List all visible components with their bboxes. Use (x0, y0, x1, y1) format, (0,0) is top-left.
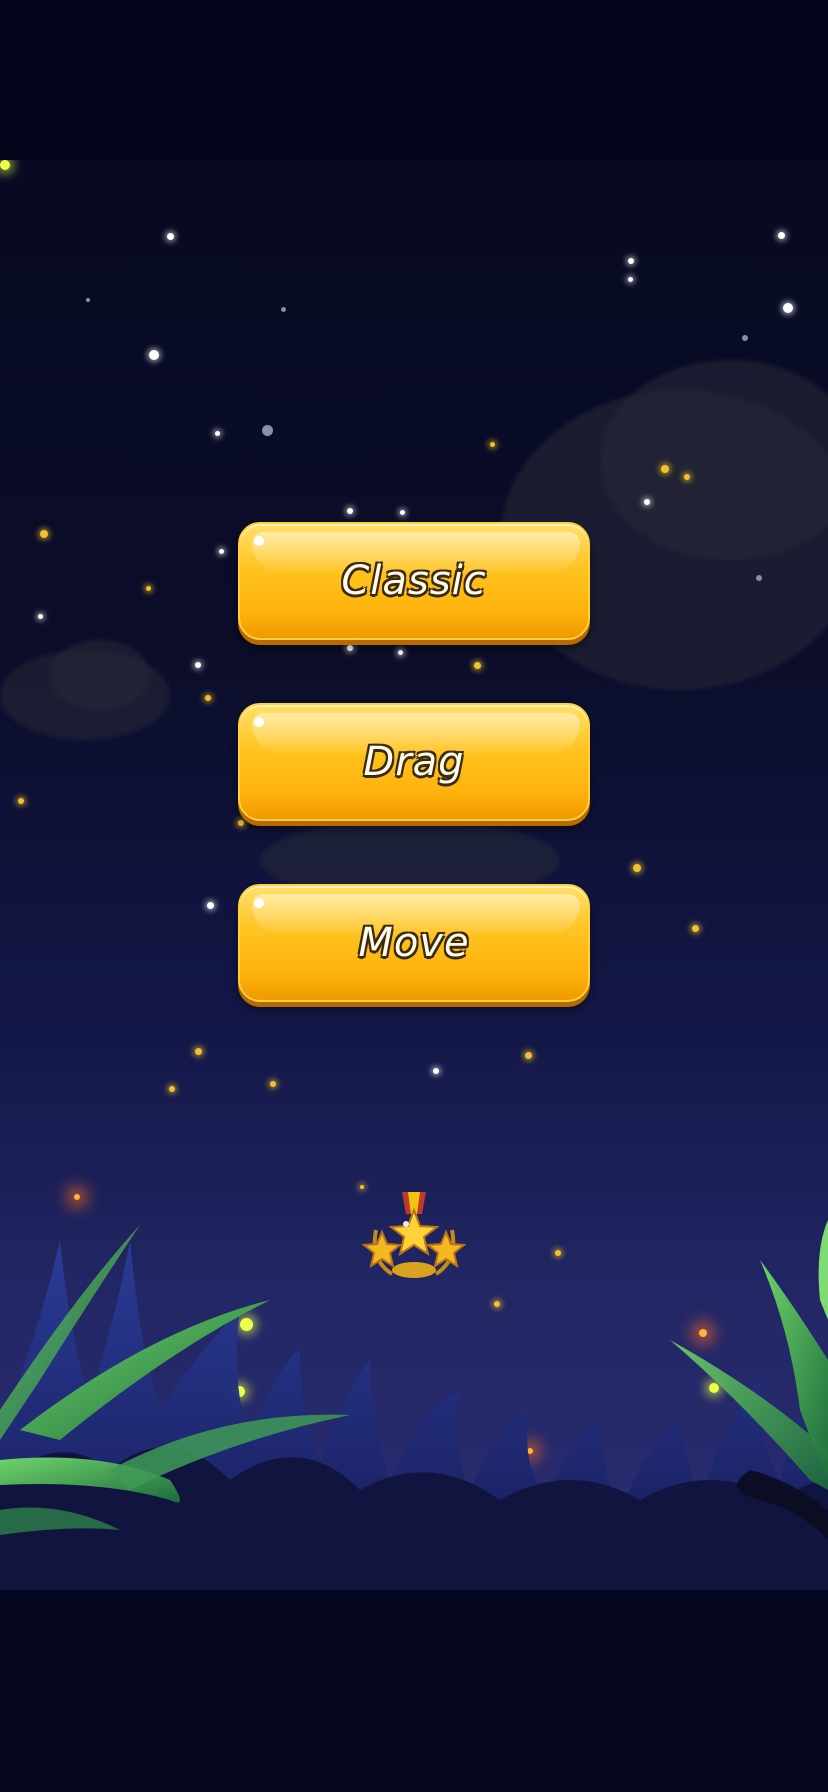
classic-mode-label: Classic (341, 558, 487, 604)
move-mode-label: Move (358, 920, 470, 966)
star (86, 298, 90, 302)
star (167, 233, 174, 240)
three-star-medal-icon (362, 1192, 466, 1278)
firefly (270, 1081, 276, 1087)
star (219, 549, 224, 554)
firefly (195, 1048, 202, 1055)
classic-mode-button[interactable]: Classic (238, 522, 590, 640)
star (742, 335, 748, 341)
firefly (238, 820, 244, 826)
firefly (684, 474, 690, 480)
star (215, 431, 220, 436)
firefly (0, 160, 10, 170)
firefly (169, 1086, 175, 1092)
star (433, 1068, 439, 1074)
star (149, 350, 159, 360)
star (628, 258, 634, 264)
firefly (490, 442, 495, 447)
star (400, 510, 405, 515)
navigation-bar-area (0, 1590, 828, 1792)
firefly (40, 530, 48, 538)
star (207, 902, 214, 909)
star (628, 277, 633, 282)
firefly (633, 864, 641, 872)
star (783, 303, 793, 313)
star (347, 508, 353, 514)
cloud (50, 640, 150, 710)
firefly (692, 925, 699, 932)
star (347, 645, 353, 651)
drag-mode-button[interactable]: Drag (238, 703, 590, 821)
star (281, 307, 286, 312)
firefly (525, 1052, 532, 1059)
firefly (661, 465, 669, 473)
firefly (18, 798, 24, 804)
game-screen: Classic Drag Move (0, 0, 828, 1792)
firefly (205, 695, 211, 701)
star (398, 650, 403, 655)
firefly (474, 662, 481, 669)
star (756, 575, 762, 581)
star (38, 614, 43, 619)
firefly (146, 586, 151, 591)
move-mode-button[interactable]: Move (238, 884, 590, 1002)
star (262, 425, 273, 436)
status-bar-area (0, 0, 828, 160)
drag-mode-label: Drag (363, 739, 465, 785)
star (778, 232, 785, 239)
star (195, 662, 201, 668)
star (644, 499, 650, 505)
